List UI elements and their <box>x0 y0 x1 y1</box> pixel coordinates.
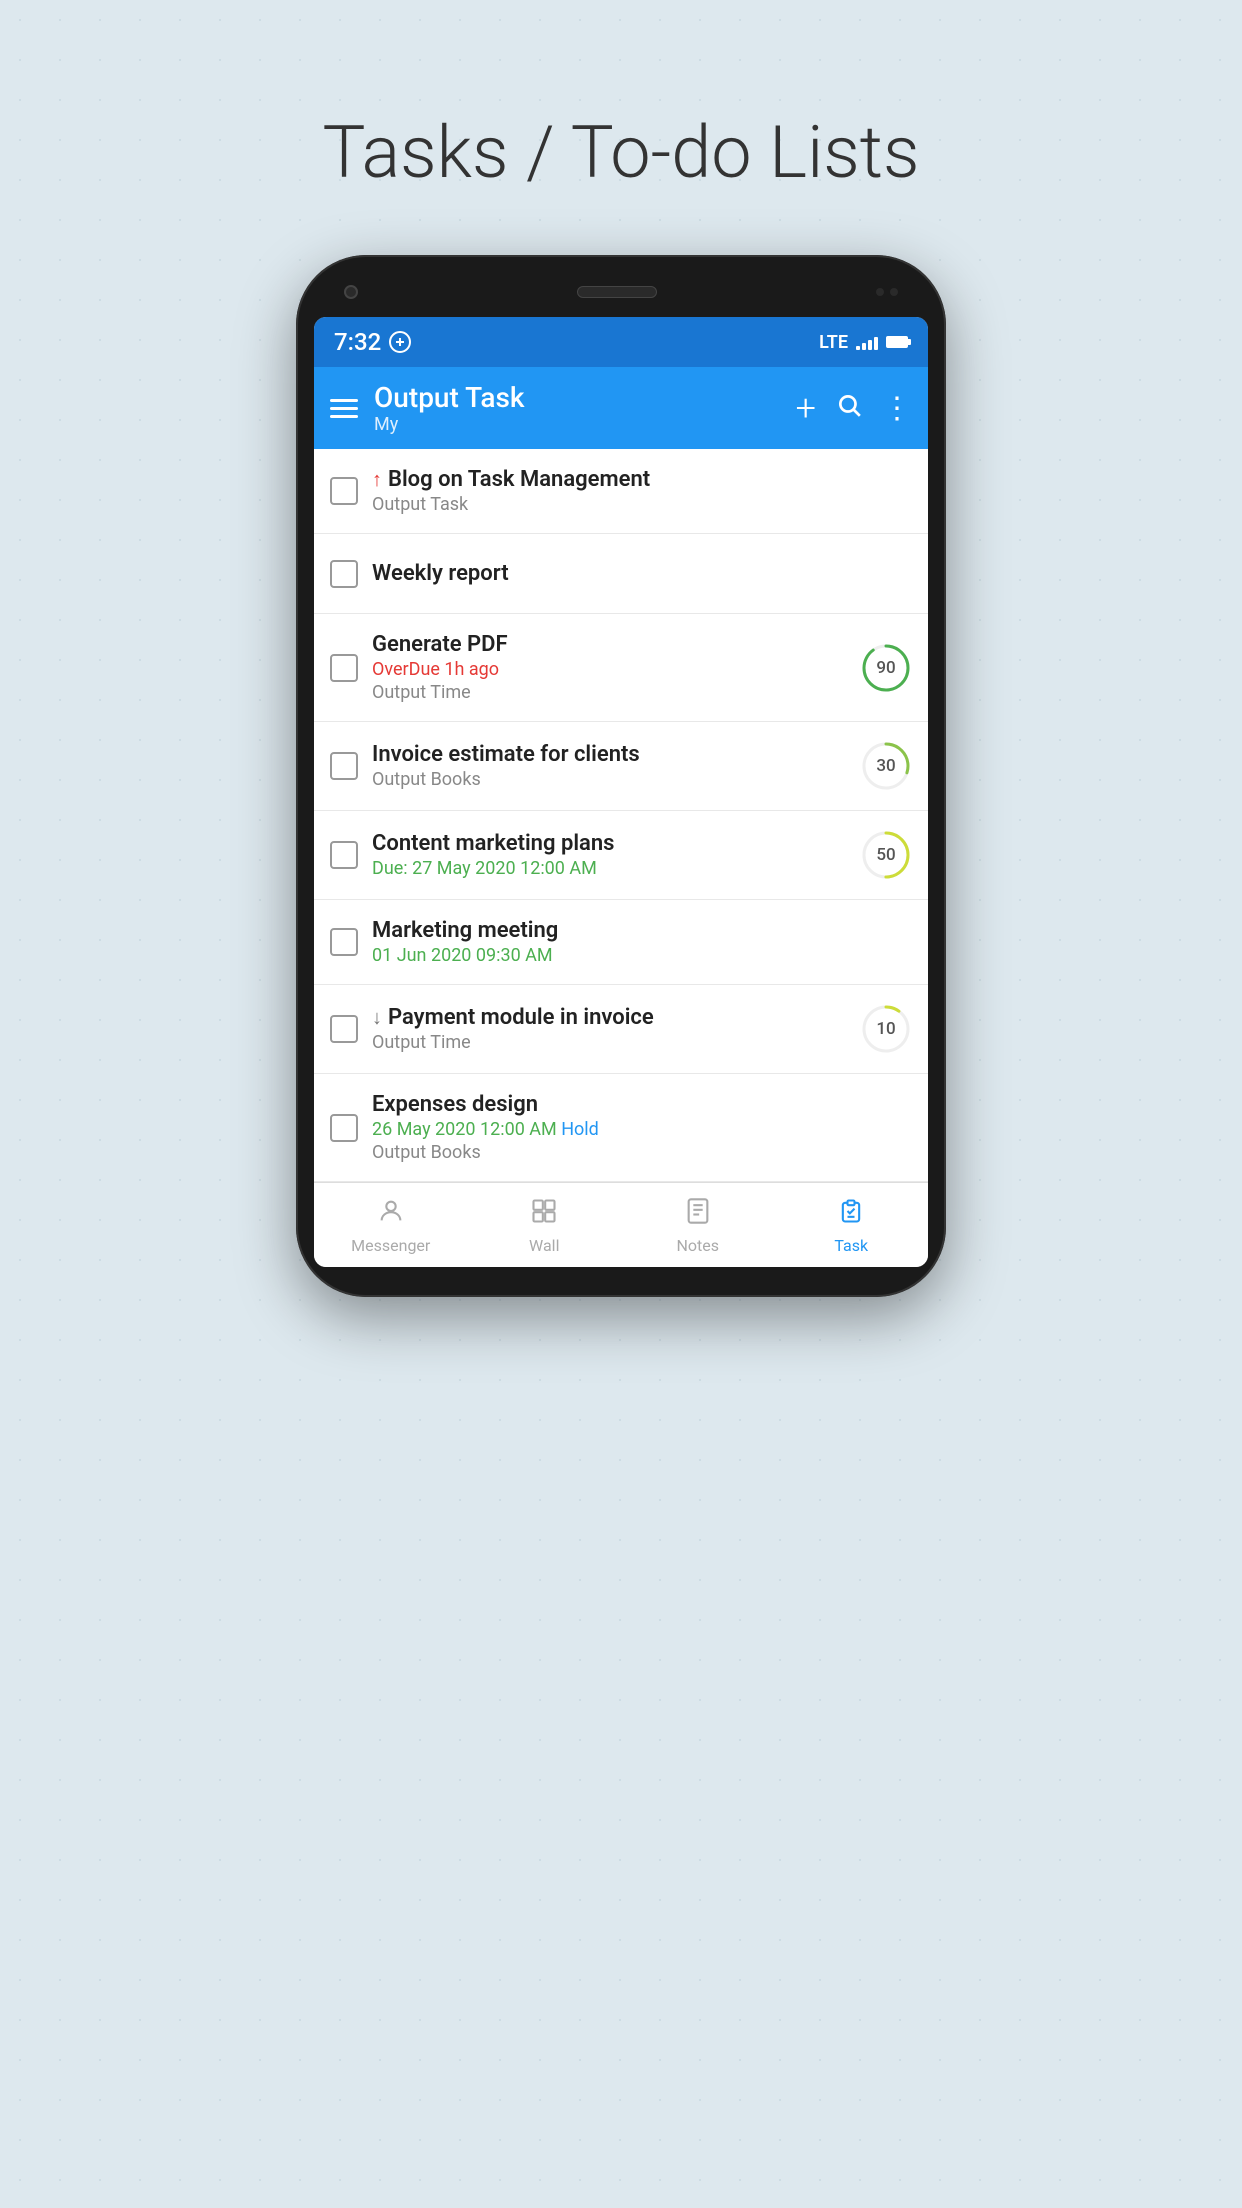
task-category: Output Time <box>372 682 846 703</box>
task-checkbox[interactable] <box>330 1015 358 1043</box>
task-item[interactable]: Weekly report <box>314 534 928 614</box>
front-camera <box>344 285 358 299</box>
task-title-text: Payment module in invoice <box>388 1005 654 1030</box>
task-category: Output Task <box>372 494 912 515</box>
progress-value: 90 <box>876 658 895 678</box>
search-button[interactable] <box>836 391 862 426</box>
task-title-text: Marketing meeting <box>372 918 558 943</box>
progress-value: 10 <box>876 1019 895 1039</box>
progress-circle: 90 <box>860 642 912 694</box>
task-item[interactable]: Content marketing plans Due: 27 May 2020… <box>314 811 928 900</box>
sensors <box>876 288 898 296</box>
bottom-nav: Messenger Wall <box>314 1182 928 1267</box>
nav-item-messenger[interactable]: Messenger <box>314 1183 468 1267</box>
task-title-text: Weekly report <box>372 561 509 586</box>
task-checkbox[interactable] <box>330 928 358 956</box>
app-subtitle: My <box>374 414 780 435</box>
task-item[interactable]: Expenses design 26 May 2020 12:00 AM Hol… <box>314 1074 928 1182</box>
status-bar: 7:32 LTE <box>314 317 928 367</box>
task-item[interactable]: Invoice estimate for clients Output Book… <box>314 722 928 811</box>
priority-down-icon: ↓ <box>372 1005 382 1030</box>
notes-icon <box>684 1197 712 1232</box>
task-item[interactable]: ↓ Payment module in invoice Output Time … <box>314 985 928 1074</box>
app-name: Output Task <box>374 381 780 414</box>
more-options-button[interactable]: ⋮ <box>882 391 912 426</box>
hamburger-menu-button[interactable] <box>330 399 358 418</box>
battery-icon <box>886 336 908 348</box>
task-due-hold: 26 May 2020 12:00 AM Hold <box>372 1119 912 1140</box>
nav-item-wall[interactable]: Wall <box>468 1183 622 1267</box>
progress-value: 30 <box>876 756 895 776</box>
nav-item-notes[interactable]: Notes <box>621 1183 775 1267</box>
task-title-text: Content marketing plans <box>372 831 614 856</box>
nav-label-wall: Wall <box>529 1236 559 1255</box>
task-title-text: Invoice estimate for clients <box>372 742 640 767</box>
signal-icon <box>856 334 878 350</box>
page-title: Tasks / To-do Lists <box>323 110 920 195</box>
task-item[interactable]: ↑ Blog on Task Management Output Task <box>314 449 928 534</box>
nav-label-notes: Notes <box>676 1236 719 1255</box>
phone-screen: 7:32 LTE <box>314 317 928 1267</box>
task-title-text: Blog on Task Management <box>388 467 650 492</box>
messenger-icon <box>377 1197 405 1232</box>
progress-circle: 30 <box>860 740 912 792</box>
task-icon <box>837 1197 865 1232</box>
lte-label: LTE <box>819 332 848 353</box>
task-checkbox[interactable] <box>330 752 358 780</box>
status-icon <box>389 331 411 353</box>
task-category: Output Books <box>372 769 846 790</box>
task-item[interactable]: Marketing meeting 01 Jun 2020 09:30 AM <box>314 900 928 985</box>
task-checkbox[interactable] <box>330 1114 358 1142</box>
add-task-button[interactable]: + <box>796 387 816 429</box>
task-checkbox[interactable] <box>330 560 358 588</box>
task-due-soon: 01 Jun 2020 09:30 AM <box>372 945 912 966</box>
speaker <box>577 286 657 298</box>
task-list: ↑ Blog on Task Management Output Task We… <box>314 449 928 1182</box>
task-category: Output Time <box>372 1032 846 1053</box>
task-checkbox[interactable] <box>330 654 358 682</box>
status-time: 7:32 <box>334 328 381 356</box>
wall-icon <box>530 1197 558 1232</box>
nav-label-task: Task <box>834 1236 868 1255</box>
task-checkbox[interactable] <box>330 477 358 505</box>
priority-up-icon: ↑ <box>372 467 382 492</box>
task-title-text: Expenses design <box>372 1092 538 1117</box>
task-title-text: Generate PDF <box>372 632 508 657</box>
progress-circle: 10 <box>860 1003 912 1055</box>
nav-item-task[interactable]: Task <box>775 1183 929 1267</box>
app-toolbar: Output Task My + ⋮ <box>314 367 928 449</box>
nav-label-messenger: Messenger <box>351 1236 430 1255</box>
task-category: Output Books <box>372 1142 912 1163</box>
progress-value: 50 <box>876 845 895 865</box>
task-item[interactable]: Generate PDF OverDue 1h ago Output Time … <box>314 614 928 722</box>
phone-shell: 7:32 LTE <box>296 255 946 1297</box>
task-checkbox[interactable] <box>330 841 358 869</box>
task-due-soon: Due: 27 May 2020 12:00 AM <box>372 858 846 879</box>
progress-circle: 50 <box>860 829 912 881</box>
task-due-overdue: OverDue 1h ago <box>372 659 846 680</box>
